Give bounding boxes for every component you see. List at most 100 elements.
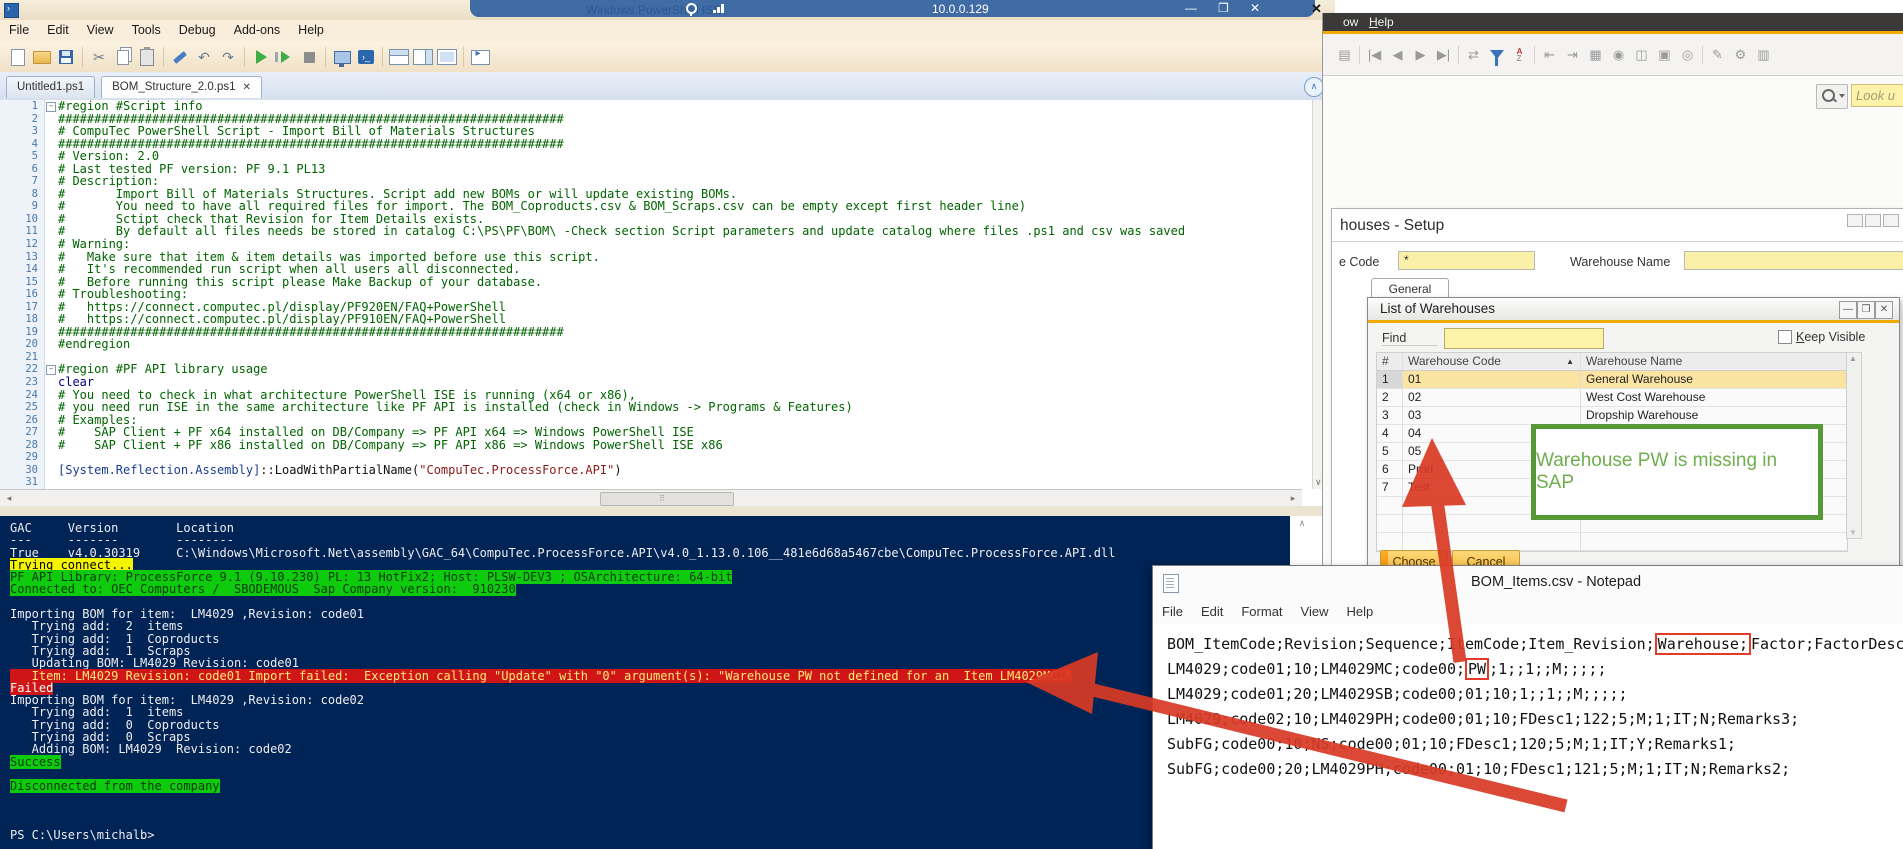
notepad-menu-help[interactable]: Help [1337, 600, 1382, 623]
code-line[interactable]: # SAP Client + PF x86 installed on DB/Co… [58, 439, 1312, 452]
scroll-down-icon[interactable]: ▼ [1849, 528, 1857, 537]
powershell-console[interactable]: GAC Version Location--- ------- --------… [0, 516, 1290, 849]
db-tools-icon[interactable]: ▥ [1752, 44, 1775, 66]
minimize-icon[interactable]: — [1185, 1, 1197, 15]
notepad-menu-edit[interactable]: Edit [1192, 600, 1232, 623]
close-icon[interactable] [1883, 214, 1899, 227]
scroll-right-icon[interactable]: ▸ [1286, 492, 1300, 505]
tab-untitled1.ps1[interactable]: Untitled1.ps1 [6, 76, 95, 98]
ise-menu-tools[interactable]: Tools [123, 20, 170, 40]
ise-menu-help[interactable]: Help [289, 20, 333, 40]
first-record-icon[interactable]: |◀ [1363, 44, 1386, 66]
previous-document-icon[interactable]: ⇤ [1538, 44, 1561, 66]
tab-bom_structure_2.0.ps1[interactable]: BOM_Structure_2.0.ps1✕ [101, 76, 262, 98]
pin-icon[interactable] [686, 3, 697, 14]
table-scrollbar[interactable]: ▲ ▼ [1846, 352, 1862, 539]
notepad-menu-view[interactable]: View [1292, 600, 1338, 623]
code-line[interactable]: ########################################… [58, 326, 1312, 339]
show-script-pane-maximized-icon[interactable] [435, 45, 459, 69]
code-line[interactable]: # By default all files needs be stored i… [58, 225, 1312, 238]
document-gear-icon[interactable]: ⚙ [1729, 44, 1752, 66]
ise-menu-add-ons[interactable]: Add-ons [225, 20, 290, 40]
code-line[interactable]: ########################################… [58, 138, 1312, 151]
editor-horizontal-scrollbar[interactable]: ◂ ▸ [0, 489, 1302, 507]
run-script-icon[interactable] [249, 45, 273, 69]
start-powershell-icon[interactable]: ›_ [354, 45, 378, 69]
edit-icon[interactable]: ✎ [1706, 44, 1729, 66]
close-icon[interactable]: ✕ [1250, 1, 1260, 15]
fold-collapse-icon[interactable]: − [46, 365, 56, 375]
stop-operation-icon[interactable] [297, 45, 321, 69]
restore-icon[interactable]: ❐ [1218, 1, 1229, 15]
ise-menu-file[interactable]: File [0, 20, 38, 40]
code-line[interactable]: # Last tested PF version: PF 9.1 PL13 [58, 163, 1312, 176]
copy-icon[interactable] [111, 45, 135, 69]
find-input[interactable] [1444, 328, 1604, 349]
maximize-icon[interactable]: ❒ [1857, 301, 1875, 319]
new-script-icon[interactable] [6, 45, 30, 69]
sap-menu-window[interactable]: ow [1343, 15, 1358, 29]
paste-icon[interactable] [135, 45, 159, 69]
close-icon[interactable]: ✕ [1875, 301, 1893, 319]
find-icon[interactable]: ◎ [1676, 44, 1699, 66]
redo-icon[interactable]: ↷ [216, 45, 240, 69]
lookup-input[interactable]: Look u [1851, 84, 1903, 107]
new-remote-powershell-tab-icon[interactable] [330, 45, 354, 69]
open-script-icon[interactable] [30, 45, 54, 69]
maximize-icon[interactable] [1865, 214, 1881, 227]
document-icon[interactable]: ▤ [1333, 44, 1356, 66]
table-empty-row[interactable] [1377, 533, 1847, 551]
table-row[interactable]: 303Dropship Warehouse [1377, 407, 1847, 425]
payment-icon[interactable]: ◉ [1607, 44, 1630, 66]
cut-icon[interactable]: ✂ [87, 45, 111, 69]
last-record-icon[interactable]: ▶| [1432, 44, 1455, 66]
column-header-warehouse-code[interactable]: Warehouse Code▲ [1403, 353, 1581, 370]
previous-record-icon[interactable]: ◀ [1386, 44, 1409, 66]
fold-collapse-icon[interactable]: − [46, 102, 56, 112]
code-line[interactable]: −#region #PF API library usage [58, 363, 1312, 376]
column-header-#[interactable]: # [1377, 353, 1403, 370]
notepad-content[interactable]: BOM_ItemCode;Revision;Sequence;ItemCode;… [1153, 624, 1903, 849]
keep-visible-checkbox[interactable] [1778, 330, 1792, 344]
sort-icon[interactable]: AZ [1508, 44, 1531, 66]
scroll-down-icon[interactable]: ∨ [1315, 477, 1322, 488]
script-editor[interactable]: 1234567891011121314151617181920212223242… [0, 100, 1312, 489]
filter-icon[interactable] [1485, 44, 1508, 66]
form-settings-icon[interactable]: ▣ [1653, 44, 1676, 66]
code-line[interactable] [58, 476, 1312, 489]
notepad-menu-file[interactable]: File [1153, 600, 1192, 623]
console-scroll-up-icon[interactable]: ∧ [1294, 518, 1310, 532]
notepad-menu-format[interactable]: Format [1232, 600, 1291, 623]
show-script-pane-icon[interactable] [468, 45, 492, 69]
tab-general[interactable]: General [1371, 278, 1449, 299]
calculator-icon[interactable]: ▦ [1584, 44, 1607, 66]
run-selection-icon[interactable] [273, 45, 297, 69]
code-line[interactable]: # Before running this script please Make… [58, 276, 1312, 289]
column-header-warehouse-name[interactable]: Warehouse Name [1581, 353, 1845, 370]
code-line[interactable]: [System.Reflection.Assembly]::LoadWithPa… [58, 464, 1312, 477]
warehouse-name-input[interactable] [1684, 251, 1903, 270]
refresh-icon[interactable]: ⇄ [1462, 44, 1485, 66]
editor-scroll-up-button[interactable]: ∧ [1304, 77, 1324, 97]
undo-icon[interactable]: ↶ [192, 45, 216, 69]
sap-menu-help[interactable]: Help [1369, 15, 1394, 29]
code-line[interactable]: # you need run ISE in the same architect… [58, 401, 1312, 414]
next-document-icon[interactable]: ⇥ [1561, 44, 1584, 66]
warehouse-code-input[interactable]: * [1398, 251, 1535, 270]
ise-menu-debug[interactable]: Debug [170, 20, 225, 40]
clear-console-icon[interactable] [168, 45, 192, 69]
scrollbar-thumb[interactable] [600, 492, 734, 506]
zoom-search-button[interactable] [1816, 84, 1848, 109]
ise-menu-edit[interactable]: Edit [38, 20, 78, 40]
tab-close-icon[interactable]: ✕ [243, 82, 251, 93]
minimize-icon[interactable]: — [1839, 301, 1857, 319]
editor-code[interactable]: −#region #Script info###################… [58, 100, 1312, 489]
table-row[interactable]: 202West Cost Warehouse [1377, 389, 1847, 407]
save-icon[interactable] [54, 45, 78, 69]
ise-menu-view[interactable]: View [78, 20, 123, 40]
table-row[interactable]: 101General Warehouse [1377, 371, 1847, 389]
show-script-pane-top-icon[interactable] [387, 45, 411, 69]
scales-icon[interactable]: ◫ [1630, 44, 1653, 66]
scroll-left-icon[interactable]: ◂ [2, 492, 16, 505]
ise-close-icon[interactable]: ✕ [1311, 1, 1322, 17]
